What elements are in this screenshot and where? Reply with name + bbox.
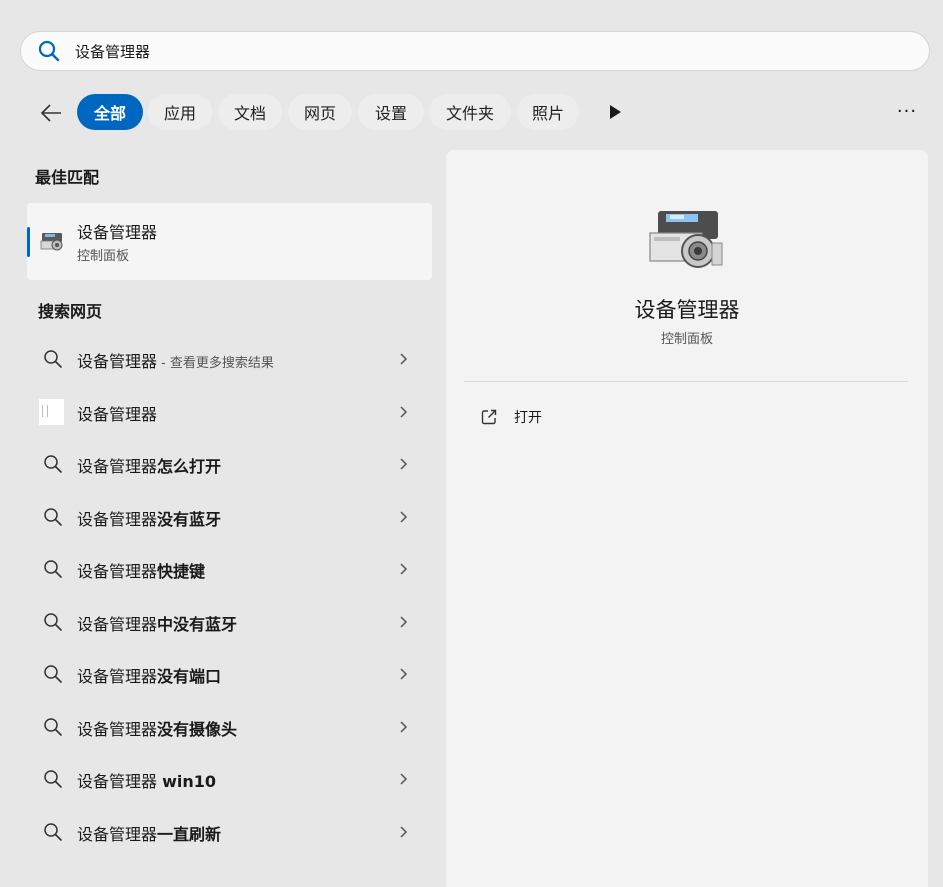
chevron-right-icon	[400, 353, 408, 365]
chevron-right-icon	[400, 458, 408, 470]
open-action[interactable]: 打开	[466, 400, 666, 434]
divider	[464, 381, 908, 382]
search-input[interactable]	[75, 42, 875, 60]
result-detail-panel: 设备管理器 控制面板 打开	[446, 150, 928, 887]
more-tabs-play-icon[interactable]	[605, 102, 625, 122]
best-match-subtitle: 控制面板	[77, 249, 130, 264]
detail-subtitle: 控制面板	[660, 332, 713, 347]
detail-title: 设备管理器	[634, 298, 740, 322]
tab-web[interactable]: 网页	[288, 94, 352, 130]
search-icon	[44, 508, 62, 526]
best-match-heading: 最佳匹配	[35, 168, 100, 187]
search-icon	[38, 40, 60, 62]
filter-bar: 全部 应用 文档 网页 设置 文件夹 照片 ···	[28, 92, 928, 132]
search-icon	[44, 665, 62, 683]
chevron-right-icon	[400, 563, 408, 575]
web-result-row[interactable]: 设备管理器怎么打开	[27, 442, 417, 486]
tab-apps[interactable]: 应用	[148, 94, 212, 130]
web-result-text: 设备管理器没有摄像头	[77, 720, 238, 739]
best-match-result[interactable]: 设备管理器 控制面板	[27, 203, 432, 280]
web-result-text: 设备管理器怎么打开	[77, 457, 222, 476]
web-search-heading: 搜索网页	[38, 302, 103, 321]
search-icon	[44, 350, 62, 368]
open-external-icon	[481, 409, 497, 425]
search-icon	[44, 560, 62, 578]
web-result-text: 设备管理器没有蓝牙	[77, 510, 222, 529]
search-icon	[44, 823, 62, 841]
web-result-row[interactable]: 设备管理器没有蓝牙	[27, 495, 417, 539]
device-manager-icon	[649, 211, 723, 268]
chevron-right-icon	[400, 668, 408, 680]
chevron-right-icon	[400, 721, 408, 733]
search-icon	[44, 455, 62, 473]
back-arrow-icon	[40, 104, 61, 122]
tab-all[interactable]: 全部	[77, 94, 143, 130]
tab-photos[interactable]: 照片	[517, 94, 579, 130]
search-icon	[44, 718, 62, 736]
open-action-label: 打开	[514, 410, 542, 426]
web-result-row[interactable]: 设备管理器 win10	[27, 757, 417, 801]
tab-documents[interactable]: 文档	[218, 94, 282, 130]
web-result-row[interactable]: 设备管理器没有端口	[27, 652, 417, 696]
web-result-text: 设备管理器	[77, 405, 158, 424]
web-result-text: 设备管理器一直刷新	[77, 825, 222, 844]
search-icon	[44, 770, 62, 788]
web-thumbnail	[39, 399, 64, 425]
search-window: 全部 应用 文档 网页 设置 文件夹 照片 ··· 最佳匹配 设备管理器 控制面…	[0, 0, 943, 887]
web-result-text: 设备管理器没有端口	[77, 667, 222, 686]
web-result-row[interactable]: 设备管理器没有摄像头	[27, 705, 417, 749]
more-options-button[interactable]: ···	[892, 96, 922, 126]
web-result-row[interactable]: 设备管理器一直刷新	[27, 810, 417, 854]
device-manager-icon	[40, 233, 63, 251]
chevron-right-icon	[400, 616, 408, 628]
web-result-row[interactable]: 设备管理器 - 查看更多搜索结果	[27, 337, 417, 381]
web-result-text: 设备管理器中没有蓝牙	[77, 615, 238, 634]
web-result-text: 设备管理器快捷键	[77, 562, 206, 581]
search-bar[interactable]	[20, 31, 930, 71]
tab-settings[interactable]: 设置	[358, 94, 424, 130]
search-icon	[44, 613, 62, 631]
chevron-right-icon	[400, 406, 408, 418]
web-result-row[interactable]: 设备管理器中没有蓝牙	[27, 600, 417, 644]
tab-folders[interactable]: 文件夹	[429, 94, 511, 130]
web-result-text: 设备管理器 - 查看更多搜索结果	[77, 352, 274, 371]
chevron-right-icon	[400, 826, 408, 838]
chevron-right-icon	[400, 511, 408, 523]
chevron-right-icon	[400, 773, 408, 785]
web-result-row[interactable]: 设备管理器	[27, 390, 417, 434]
best-match-title: 设备管理器	[77, 223, 158, 242]
web-result-text: 设备管理器 win10	[77, 772, 217, 791]
selection-indicator	[27, 227, 30, 257]
web-result-row[interactable]: 设备管理器快捷键	[27, 547, 417, 591]
back-button[interactable]	[34, 96, 68, 130]
